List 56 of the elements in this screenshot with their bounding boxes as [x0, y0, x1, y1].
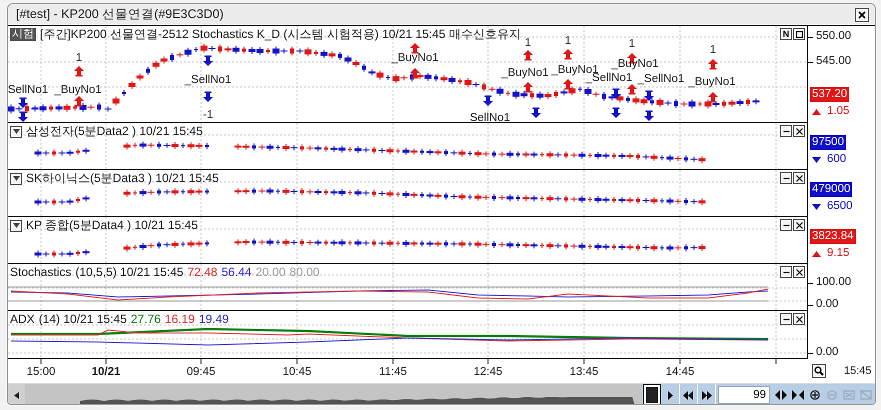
chart-header: [주간]KP200 선물연결-2512 Stochastics K_D (시스템 시험적용) 10/21 15:45 매수신호유지: [40, 28, 521, 41]
time-label: 09:45: [186, 365, 216, 380]
signal-label: SellNo1: [8, 84, 48, 96]
signal-count: -1: [202, 109, 214, 121]
indicator-params: (14) 10/21 15:45: [38, 313, 127, 326]
price-tag: 537.20: [810, 87, 850, 102]
n-button[interactable]: N: [780, 28, 792, 40]
status-badge: 시험: [10, 28, 36, 41]
window-title: [#test] - KP200 선물연결(#9E3C3D0): [16, 6, 224, 24]
signal-label: SellNo1: [470, 112, 510, 122]
pane-title: 삼성전자(5분Data2 ) 10/21 15:45: [26, 125, 203, 138]
indicator-name: ADX: [10, 313, 35, 326]
signal-label: _SellNo1: [184, 74, 232, 86]
price-tag: 97500: [810, 135, 846, 150]
pane-title: KP 종합(5분Data4 ) 10/21 15:45: [26, 219, 198, 232]
indicator-name: Stochastics: [10, 266, 72, 279]
indicator-value: 56.44: [221, 266, 252, 279]
indicator-value: 19.49: [198, 313, 229, 326]
page-size-field[interactable]: 99: [718, 386, 770, 404]
price-change: 9.15: [827, 247, 850, 260]
signal-count: 1: [564, 35, 572, 47]
signal-count: 1: [710, 44, 716, 56]
time-label: 11:45: [379, 365, 407, 380]
signal-label: _BuyNo1: [54, 84, 102, 96]
time-label: 14:45: [666, 365, 694, 380]
time-label: 10:45: [282, 365, 312, 380]
time-label: 10/21: [92, 365, 120, 380]
indicator-value: 16.19: [164, 313, 195, 326]
signal-label: _BuyNo1: [501, 67, 549, 79]
signal-label: _SellNo1: [638, 73, 684, 85]
time-label: 15:45: [844, 364, 872, 379]
price-change: 6500: [827, 200, 853, 213]
price-change: 600: [827, 153, 846, 166]
signal-count: 1: [76, 52, 82, 64]
indicator-value: 20.00: [256, 266, 286, 279]
time-label: 13:45: [570, 365, 598, 380]
signal-label: _BuyNo1: [391, 52, 439, 64]
time-label: 12:45: [474, 365, 502, 380]
time-label: 15:00: [26, 365, 56, 380]
signal-count: 1: [628, 38, 636, 50]
indicator-value: 72.48: [187, 266, 218, 279]
axis-label: 0.00: [816, 346, 838, 359]
price-change: 1.05: [827, 105, 850, 118]
signal-label: _BuyNo1: [688, 76, 736, 88]
price-tag: 3823.84: [810, 229, 856, 244]
signal-count: 1: [524, 37, 532, 49]
indicator-value: 80.00: [290, 266, 320, 279]
signal-label: _BuyNo1: [611, 58, 659, 70]
axis-label: 0.00: [816, 298, 838, 311]
indicator-params: (10,5,5) 10/21 15:45: [75, 266, 184, 279]
indicator-value: 27.76: [130, 313, 161, 326]
axis-label: 100.00: [816, 276, 852, 289]
axis-label: 545.00: [816, 55, 852, 68]
pane-title: SK하이닉스(5분Data3 ) 10/21 15:45: [26, 172, 219, 185]
price-tag: 479000: [810, 182, 852, 197]
axis-label: 550.00: [816, 30, 852, 43]
